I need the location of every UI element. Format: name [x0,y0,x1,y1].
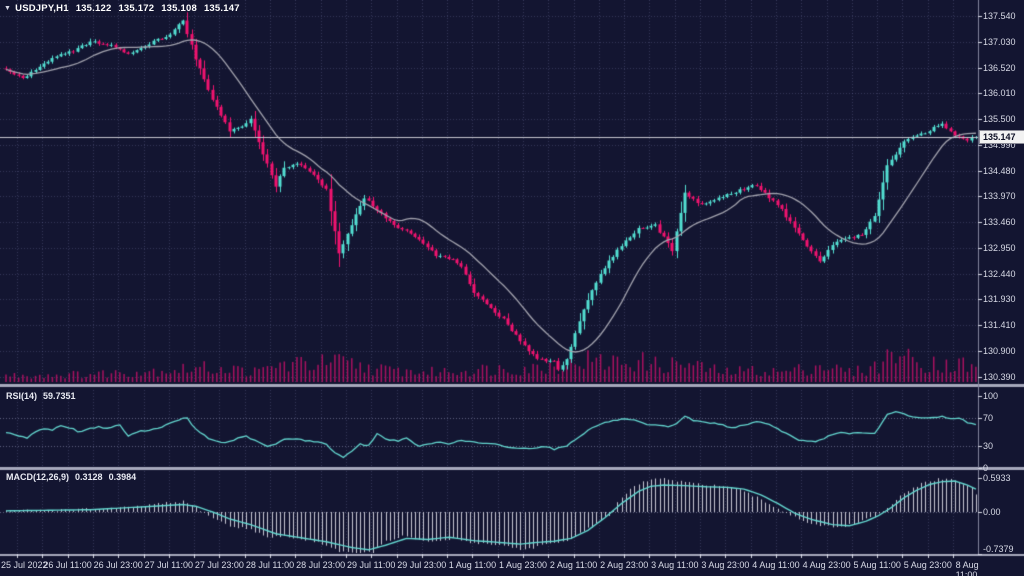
time-axis-label: 2 Aug 23:00 [600,560,648,570]
time-axis-label: 5 Aug 11:00 [853,560,900,570]
time-axis-label: 27 Jul 11:00 [145,560,193,570]
price-axis-label: 135.500 [983,114,1016,124]
chart-title: ▼ USDJPY,H1 135.122 135.172 135.108 135.147 [4,3,240,14]
price-axis-label: 131.410 [983,320,1016,330]
rsi-axis-label: 0 [983,463,988,473]
time-axis-label: 8 Aug 11:00 [956,560,1002,576]
time-axis-label: 4 Aug 23:00 [803,560,851,570]
macd-name: MACD(12,26,9) [6,472,69,482]
price-axis-label: 132.440 [983,269,1016,279]
rsi-axis-label: 70 [983,413,993,423]
price-axis-label: 137.030 [983,37,1016,47]
ohlc-open: 135.122 [76,3,112,14]
time-axis-label: 26 Jul 11:00 [43,560,91,570]
price-axis-label: 134.480 [983,166,1016,176]
time-axis-label: 3 Aug 23:00 [701,560,749,570]
price-axis-label: 132.950 [983,243,1016,253]
price-axis-label: 133.460 [983,217,1016,227]
current-price-tag: 135.147 [979,130,1024,144]
time-axis-label: 3 Aug 11:00 [651,560,698,570]
time-axis-label: 28 Jul 11:00 [246,560,294,570]
rsi-axis-label: 100 [983,391,998,401]
time-axis-label: 5 Aug 23:00 [904,560,952,570]
time-axis-label: 1 Aug 11:00 [449,560,496,570]
time-axis-label: 28 Jul 23:00 [296,560,345,570]
rsi-axis-label: 30 [983,441,993,451]
ohlc-low: 135.108 [161,3,197,14]
price-axis-label: 137.540 [983,11,1016,21]
time-axis-label: 26 Jul 23:00 [94,560,143,570]
time-axis-label: 2 Aug 11:00 [550,560,597,570]
price-axis-label: 130.390 [983,372,1016,382]
ohlc-close: 135.147 [204,3,240,14]
macd-main-value: 0.3128 [75,472,103,482]
macd-indicator-label: MACD(12,26,9) 0.3128 0.3984 [6,472,136,482]
price-axis-label: 133.970 [983,191,1016,201]
time-axis-label: 4 Aug 11:00 [752,560,799,570]
chart-canvas[interactable] [0,0,1024,576]
time-axis-label: 29 Jul 23:00 [397,560,446,570]
time-axis-label: 1 Aug 23:00 [499,560,547,570]
rsi-value: 59.7351 [43,391,76,401]
macd-axis-label: 0.00 [983,507,1001,517]
time-axis-label: 27 Jul 23:00 [195,560,244,570]
rsi-name: RSI(14) [6,391,37,401]
symbol-period: USDJPY,H1 [15,3,69,14]
time-axis-label: 29 Jul 11:00 [347,560,395,570]
symbol-dropdown-icon[interactable]: ▼ [4,5,11,12]
macd-axis-label: -0.7379 [983,544,1014,554]
price-axis-label: 136.520 [983,63,1016,73]
price-axis-label: 136.010 [983,88,1016,98]
macd-axis-label: 0.5933 [983,473,1011,483]
macd-signal-value: 0.3984 [109,472,137,482]
ohlc-high: 135.172 [118,3,154,14]
rsi-indicator-label: RSI(14) 59.7351 [6,391,76,401]
time-axis-label: 25 Jul 2022 [1,560,48,570]
trading-chart-window: { "window": { "symbol_period": "USDJPY,H… [0,0,1024,576]
price-axis-label: 130.900 [983,346,1016,356]
price-axis-label: 131.930 [983,294,1016,304]
